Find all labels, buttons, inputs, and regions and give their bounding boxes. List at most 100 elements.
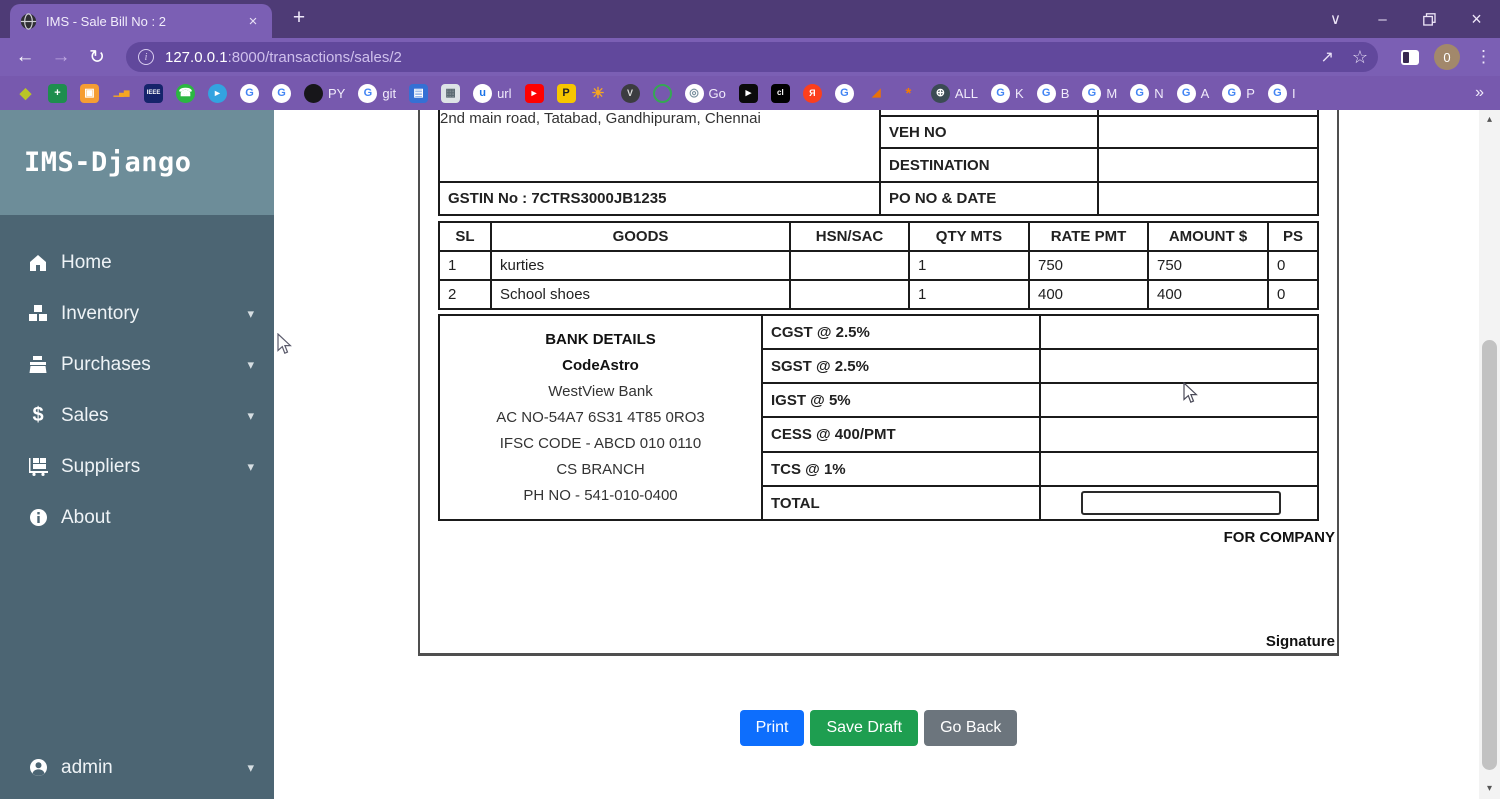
bank-details: BANK DETAILS CodeAstro WestView Bank AC … xyxy=(438,314,763,521)
sidebar-item-admin[interactable]: admin ▾ xyxy=(0,742,274,793)
side-panel-icon[interactable] xyxy=(1401,49,1419,65)
bookmark-item[interactable]: ▤ xyxy=(409,83,429,103)
back-button[interactable]: ← xyxy=(8,38,42,76)
bookmark-item[interactable]: * xyxy=(899,84,918,103)
sidebar-item-home[interactable]: Home xyxy=(0,237,274,288)
bank-tax-table: BANK DETAILS CodeAstro WestView Bank AC … xyxy=(438,314,1319,521)
bookmark-item[interactable]: ☀ xyxy=(589,84,608,103)
url-host: 127.0.0.1 xyxy=(165,48,228,66)
site-info-icon[interactable]: i xyxy=(138,49,154,65)
bookmark-item[interactable]: ▦ xyxy=(441,83,461,103)
bookmark-item[interactable]: ► xyxy=(208,83,227,103)
bookmark-item[interactable]: GB xyxy=(1036,83,1069,103)
bookmark-item[interactable]: ▁▄▆ xyxy=(112,84,131,103)
destination-label: DESTINATION xyxy=(879,147,1099,183)
po-no-date-value xyxy=(1097,181,1319,216)
bookmark-label: PY xyxy=(328,85,346,101)
sidebar-item-label: Sales xyxy=(61,404,109,426)
sidebar-item-label: Purchases xyxy=(61,353,151,375)
bookmark-item[interactable]: ◆ xyxy=(16,84,35,103)
total-input[interactable] xyxy=(1081,491,1281,515)
chevron-down-icon[interactable]: ▾ xyxy=(247,760,254,776)
reload-button[interactable]: ↻ xyxy=(80,38,114,76)
bookmark-p-icon: P xyxy=(556,83,576,103)
profile-avatar[interactable]: 0 xyxy=(1434,44,1460,70)
chevron-down-icon[interactable]: ▾ xyxy=(247,357,254,373)
sidebar-item-inventory[interactable]: Inventory ▾ xyxy=(0,288,274,339)
bookmark-item[interactable]: V xyxy=(620,83,640,103)
bookmark-green-plus-icon: + xyxy=(48,83,67,103)
bookmark-item[interactable]: ▸ xyxy=(738,83,758,103)
chevron-down-icon[interactable]: ▾ xyxy=(247,408,254,424)
print-button[interactable]: Print xyxy=(739,710,805,746)
window-close-button[interactable]: × xyxy=(1453,0,1500,38)
window-minimize-button[interactable]: – xyxy=(1359,0,1406,38)
sidebar-item-suppliers[interactable]: Suppliers ▾ xyxy=(0,441,274,492)
cess-label: CESS @ 400/PMT xyxy=(761,416,1041,453)
scroll-down-icon[interactable]: ▾ xyxy=(1479,781,1500,797)
bookmark-item[interactable] xyxy=(652,83,672,103)
scroll-up-icon[interactable]: ▴ xyxy=(1479,112,1500,128)
tab-close-icon[interactable]: × xyxy=(244,13,262,30)
bookmark-google-icon: G xyxy=(991,83,1011,103)
browser-tab[interactable]: IMS - Sale Bill No : 2 × xyxy=(10,4,272,38)
bookmark-label: url xyxy=(497,85,512,101)
bookmark-item[interactable]: IEEE xyxy=(144,83,163,103)
window-restore-button[interactable] xyxy=(1406,0,1453,38)
forward-button[interactable]: → xyxy=(44,38,78,76)
chevron-down-icon[interactable]: ▾ xyxy=(247,459,254,475)
bill-header-table: 2nd main road, Tatabad, Gandhipuram, Che… xyxy=(438,110,1319,216)
bookmark-item[interactable]: GM xyxy=(1082,83,1117,103)
bookmark-star-icon[interactable]: ☆ xyxy=(1352,47,1368,68)
bookmark-item[interactable]: G xyxy=(272,83,291,103)
bookmark-item[interactable]: ☎ xyxy=(176,83,195,103)
sidebar-item-purchases[interactable]: Purchases ▾ xyxy=(0,339,274,390)
browser-menu-icon[interactable]: ⋮ xyxy=(1475,47,1492,67)
bookmark-item[interactable]: ► xyxy=(524,83,544,103)
new-tab-button[interactable]: + xyxy=(284,4,314,34)
bookmark-item[interactable]: Ggit xyxy=(358,83,397,103)
bookmark-item[interactable]: ◎ Go xyxy=(684,83,726,103)
bookmarks-bar: ◆ + ▣ ▁▄▆ IEEE ☎ ► G G PY Ggit ▤ ▦ u url ► P ☀ V ◎ Go ▸ cl Я G ◢ *… xyxy=(0,76,1500,110)
bookmark-item[interactable]: PY xyxy=(304,83,346,103)
bookmark-item[interactable]: + xyxy=(48,83,67,103)
bookmark-item[interactable]: ▣ xyxy=(80,83,99,103)
sidebar-item-about[interactable]: About xyxy=(0,492,274,543)
bookmark-item[interactable]: GN xyxy=(1130,83,1164,103)
share-icon[interactable]: ↗ xyxy=(1320,47,1333,67)
sidebar-item-label: admin xyxy=(61,756,113,778)
go-back-button[interactable]: Go Back xyxy=(924,710,1018,746)
chevron-down-icon[interactable]: ▾ xyxy=(247,306,254,322)
page-scrollbar[interactable]: ▴ ▾ xyxy=(1479,110,1500,799)
dollar-icon: $ xyxy=(32,404,44,426)
bookmark-label: git xyxy=(382,85,397,101)
browser-chevron-icon[interactable]: ∨ xyxy=(1312,0,1359,38)
bookmark-item[interactable]: ⊕ ALL xyxy=(930,83,978,103)
bookmark-item[interactable]: G xyxy=(834,83,854,103)
bookmark-url-icon: u xyxy=(473,83,493,103)
igst-value xyxy=(1039,382,1319,418)
bookmark-item[interactable]: G xyxy=(240,83,259,103)
bookmark-item[interactable]: u url xyxy=(473,83,512,103)
bank-branch: CS BRANCH xyxy=(556,460,645,478)
bookmark-items: ◆ + ▣ ▁▄▆ IEEE ☎ ► G G PY Ggit ▤ ▦ u url ► P ☀ V ◎ Go ▸ cl Я G ◢ *… xyxy=(16,83,1467,103)
bookmark-item[interactable]: P xyxy=(556,83,576,103)
save-draft-button[interactable]: Save Draft xyxy=(810,710,919,746)
bookmarks-overflow-icon[interactable]: » xyxy=(1467,84,1484,102)
scrollbar-thumb[interactable] xyxy=(1482,340,1497,770)
address-bar[interactable]: i 127.0.0.1 :8000/transactions/sales/2 ↗… xyxy=(126,42,1378,72)
bookmark-label: I xyxy=(1291,85,1296,101)
bookmark-item[interactable]: GK xyxy=(991,83,1024,103)
bookmark-item[interactable]: GA xyxy=(1176,83,1209,103)
bookmark-item[interactable]: Я xyxy=(802,83,822,103)
bookmark-item[interactable]: ◢ xyxy=(867,84,886,103)
bookmark-orange-emoji-icon: ☀ xyxy=(591,84,605,102)
bookmark-item[interactable]: cl xyxy=(770,83,790,103)
bookmark-orange-app-icon: ▣ xyxy=(80,83,99,103)
sidebar-item-sales[interactable]: $ Sales ▾ xyxy=(0,390,274,441)
bookmark-item[interactable]: GI xyxy=(1267,83,1296,103)
col-qty: QTY MTS xyxy=(908,221,1030,252)
bookmark-item[interactable]: GP xyxy=(1222,83,1255,103)
bookmark-globe-all-icon: ⊕ xyxy=(930,83,950,103)
restore-icon xyxy=(1423,12,1436,26)
